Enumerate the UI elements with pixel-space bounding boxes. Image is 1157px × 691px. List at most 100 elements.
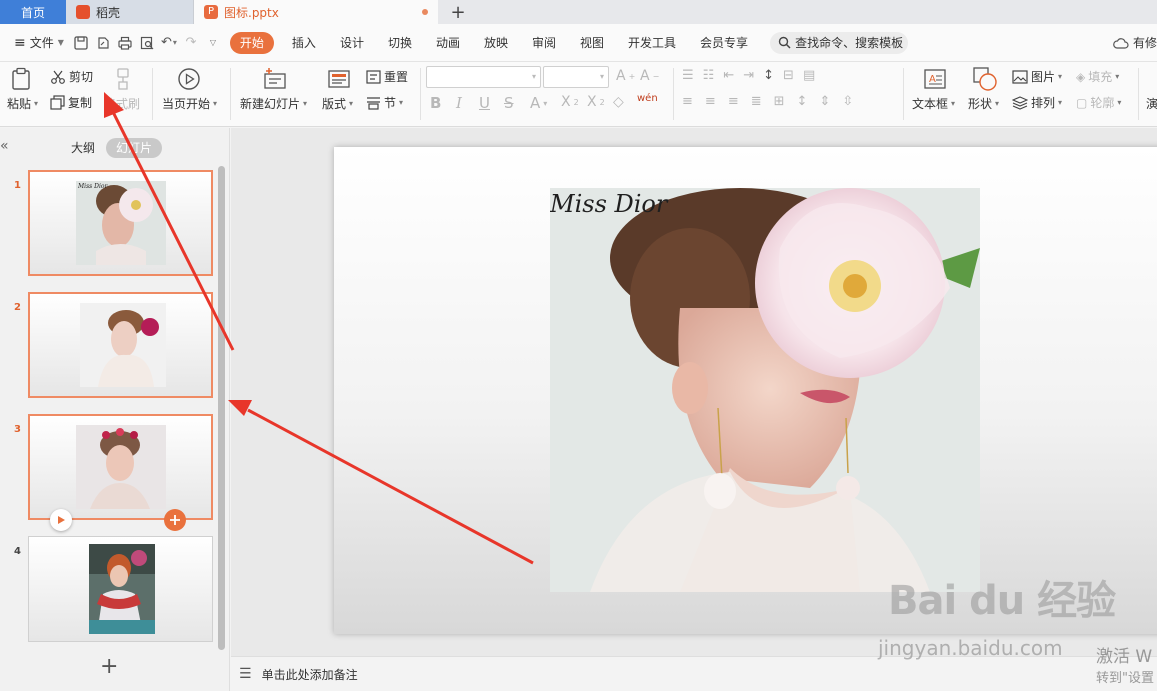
tab-outline[interactable]: 大纲	[60, 138, 106, 158]
collapse-pane-icon[interactable]: «	[0, 138, 9, 154]
copy-button[interactable]: 复制	[50, 94, 92, 111]
shapes-button[interactable]: 形状 ▾	[968, 95, 999, 112]
menu-tab-membership[interactable]: 会员专享	[688, 32, 760, 54]
text-direction-icon[interactable]: ↕	[763, 68, 780, 83]
reset-button[interactable]: 重置	[366, 68, 408, 85]
textbox-icon[interactable]: A	[922, 66, 948, 92]
decrease-indent-icon[interactable]: ⇤	[723, 68, 740, 83]
font-size-select[interactable]: ▾	[543, 66, 609, 88]
bold-icon[interactable]: B	[430, 94, 441, 112]
tab-docer-label: 稻壳	[96, 5, 121, 20]
notes-bar[interactable]: ☰ 单击此处添加备注	[231, 656, 1157, 691]
layout-icon[interactable]	[326, 66, 352, 92]
superscript-icon[interactable]: X2	[561, 94, 579, 110]
layout-button[interactable]: 版式 ▾	[322, 95, 353, 112]
slide-main-image[interactable]: Miss Dior	[550, 188, 980, 592]
redo-icon[interactable]: ↷	[180, 32, 202, 54]
picture-button[interactable]: 图片 ▾	[1012, 68, 1062, 85]
textbox-button[interactable]: 文本框 ▾	[912, 95, 955, 112]
paragraph-settings-icon[interactable]: ⇳	[842, 94, 862, 109]
increase-indent-icon[interactable]: ⇥	[743, 68, 760, 83]
scissors-icon	[51, 70, 65, 84]
arrange-button[interactable]: 排列 ▾	[1012, 94, 1062, 111]
new-slide-button[interactable]: 新建幻灯片 ▾	[240, 95, 307, 112]
new-tab-button[interactable]: +	[438, 0, 478, 24]
shapes-icon[interactable]	[972, 66, 998, 92]
clear-format-icon[interactable]: ◇	[613, 94, 624, 110]
slide-thumbnail-1[interactable]: Miss Dior	[28, 170, 213, 276]
columns-icon[interactable]: ▤	[803, 68, 821, 83]
play-from-current-button[interactable]: 当页开始 ▾	[162, 95, 217, 112]
format-painter-icon[interactable]	[110, 66, 136, 92]
paste-button[interactable]: 粘贴 ▾	[7, 95, 38, 112]
menu-tab-review[interactable]: 审阅	[520, 32, 568, 54]
tab-document[interactable]: P 图标.pptx	[194, 0, 438, 24]
line-spacing-icon[interactable]: ↕	[797, 94, 817, 109]
format-painter-button[interactable]: 格式刷	[104, 95, 140, 112]
menu-tab-animation[interactable]: 动画	[424, 32, 472, 54]
slide-thumbnail-3[interactable]	[28, 414, 213, 531]
cloud-sync-status[interactable]: 有修	[1113, 34, 1157, 51]
italic-icon[interactable]: I	[456, 94, 462, 112]
menu-tab-insert[interactable]: 插入	[280, 32, 328, 54]
current-slide[interactable]: Miss Dior	[334, 147, 1157, 634]
pane-scrollbar[interactable]	[218, 166, 225, 650]
format-painter-label: 格式刷	[104, 97, 141, 111]
section-label: 节	[384, 96, 397, 110]
font-name-select[interactable]: ▾	[426, 66, 541, 88]
file-menu-button[interactable]: ≡ 文件 ▼	[8, 34, 70, 51]
arrange-label: 排列	[1031, 96, 1056, 110]
align-left-icon[interactable]: ≡	[682, 94, 702, 109]
present-button[interactable]: 演	[1146, 95, 1157, 112]
search-placeholder: 查找命令、搜索模板	[795, 36, 904, 50]
command-search-input[interactable]: 查找命令、搜索模板	[770, 31, 909, 54]
phonetic-guide-icon[interactable]: wén	[637, 93, 658, 104]
tab-slides[interactable]: 幻灯片	[106, 138, 162, 158]
menu-tab-home[interactable]: 开始	[229, 31, 274, 54]
menu-tab-view[interactable]: 视图	[568, 32, 616, 54]
menu-tab-transitions[interactable]: 切换	[376, 32, 424, 54]
slide-thumbnail-2[interactable]	[28, 292, 213, 398]
chevron-down-icon: ▾	[399, 98, 404, 107]
play-slide-button[interactable]	[50, 509, 72, 531]
tab-home[interactable]: 首页	[0, 0, 66, 24]
numbered-list-icon[interactable]: ☷	[703, 68, 721, 83]
undo-icon[interactable]: ↶ ▾	[158, 32, 180, 54]
bullet-list-icon[interactable]: ☰	[682, 68, 700, 83]
insert-slide-button[interactable]	[164, 509, 186, 531]
new-slide-icon[interactable]	[262, 66, 288, 92]
menu-tab-developer[interactable]: 开发工具	[616, 32, 688, 54]
menu-tab-design[interactable]: 设计	[328, 32, 376, 54]
increase-font-icon[interactable]: A +	[616, 68, 635, 84]
baidu-watermark-logo: Bai du 经验	[888, 578, 1116, 624]
underline-icon[interactable]: U	[479, 94, 490, 112]
strikethrough-icon[interactable]: S	[504, 94, 514, 112]
add-slide-button[interactable]: +	[100, 654, 118, 679]
menu-tab-slideshow[interactable]: 放映	[472, 32, 520, 54]
slide-thumbnail-4[interactable]	[28, 536, 213, 642]
justify-icon[interactable]: ≣	[751, 94, 771, 109]
subscript-icon[interactable]: X2	[587, 94, 605, 110]
play-circle-icon[interactable]	[176, 66, 202, 92]
decrease-font-icon[interactable]: A −	[640, 68, 659, 84]
print-icon[interactable]	[114, 32, 136, 54]
print-preview-icon[interactable]	[136, 32, 158, 54]
distribute-icon[interactable]: ⊞	[774, 94, 794, 109]
cut-button[interactable]: 剪切	[50, 68, 93, 85]
section-button[interactable]: 节 ▾	[366, 94, 403, 111]
align-center-icon[interactable]: ≡	[705, 94, 725, 109]
textbox-label: 文本框	[912, 97, 949, 111]
align-right-icon[interactable]: ≡	[728, 94, 748, 109]
align-text-icon[interactable]: ⊟	[783, 68, 800, 83]
font-color-icon[interactable]: A ▾	[530, 94, 547, 112]
chevron-down-icon: ▾	[1058, 98, 1063, 107]
customize-quick-access-icon[interactable]: ▽	[202, 32, 224, 54]
outline-button[interactable]: ▢ 轮廓 ▾	[1076, 94, 1121, 111]
tab-docer[interactable]: 稻壳	[66, 0, 194, 24]
paste-icon[interactable]	[8, 66, 34, 92]
fill-button[interactable]: ◈ 填充 ▾	[1076, 68, 1119, 85]
chevron-down-icon: ▾	[349, 99, 354, 108]
save-icon[interactable]	[70, 32, 92, 54]
export-icon[interactable]	[92, 32, 114, 54]
paragraph-spacing-icon[interactable]: ⇕	[819, 94, 839, 109]
